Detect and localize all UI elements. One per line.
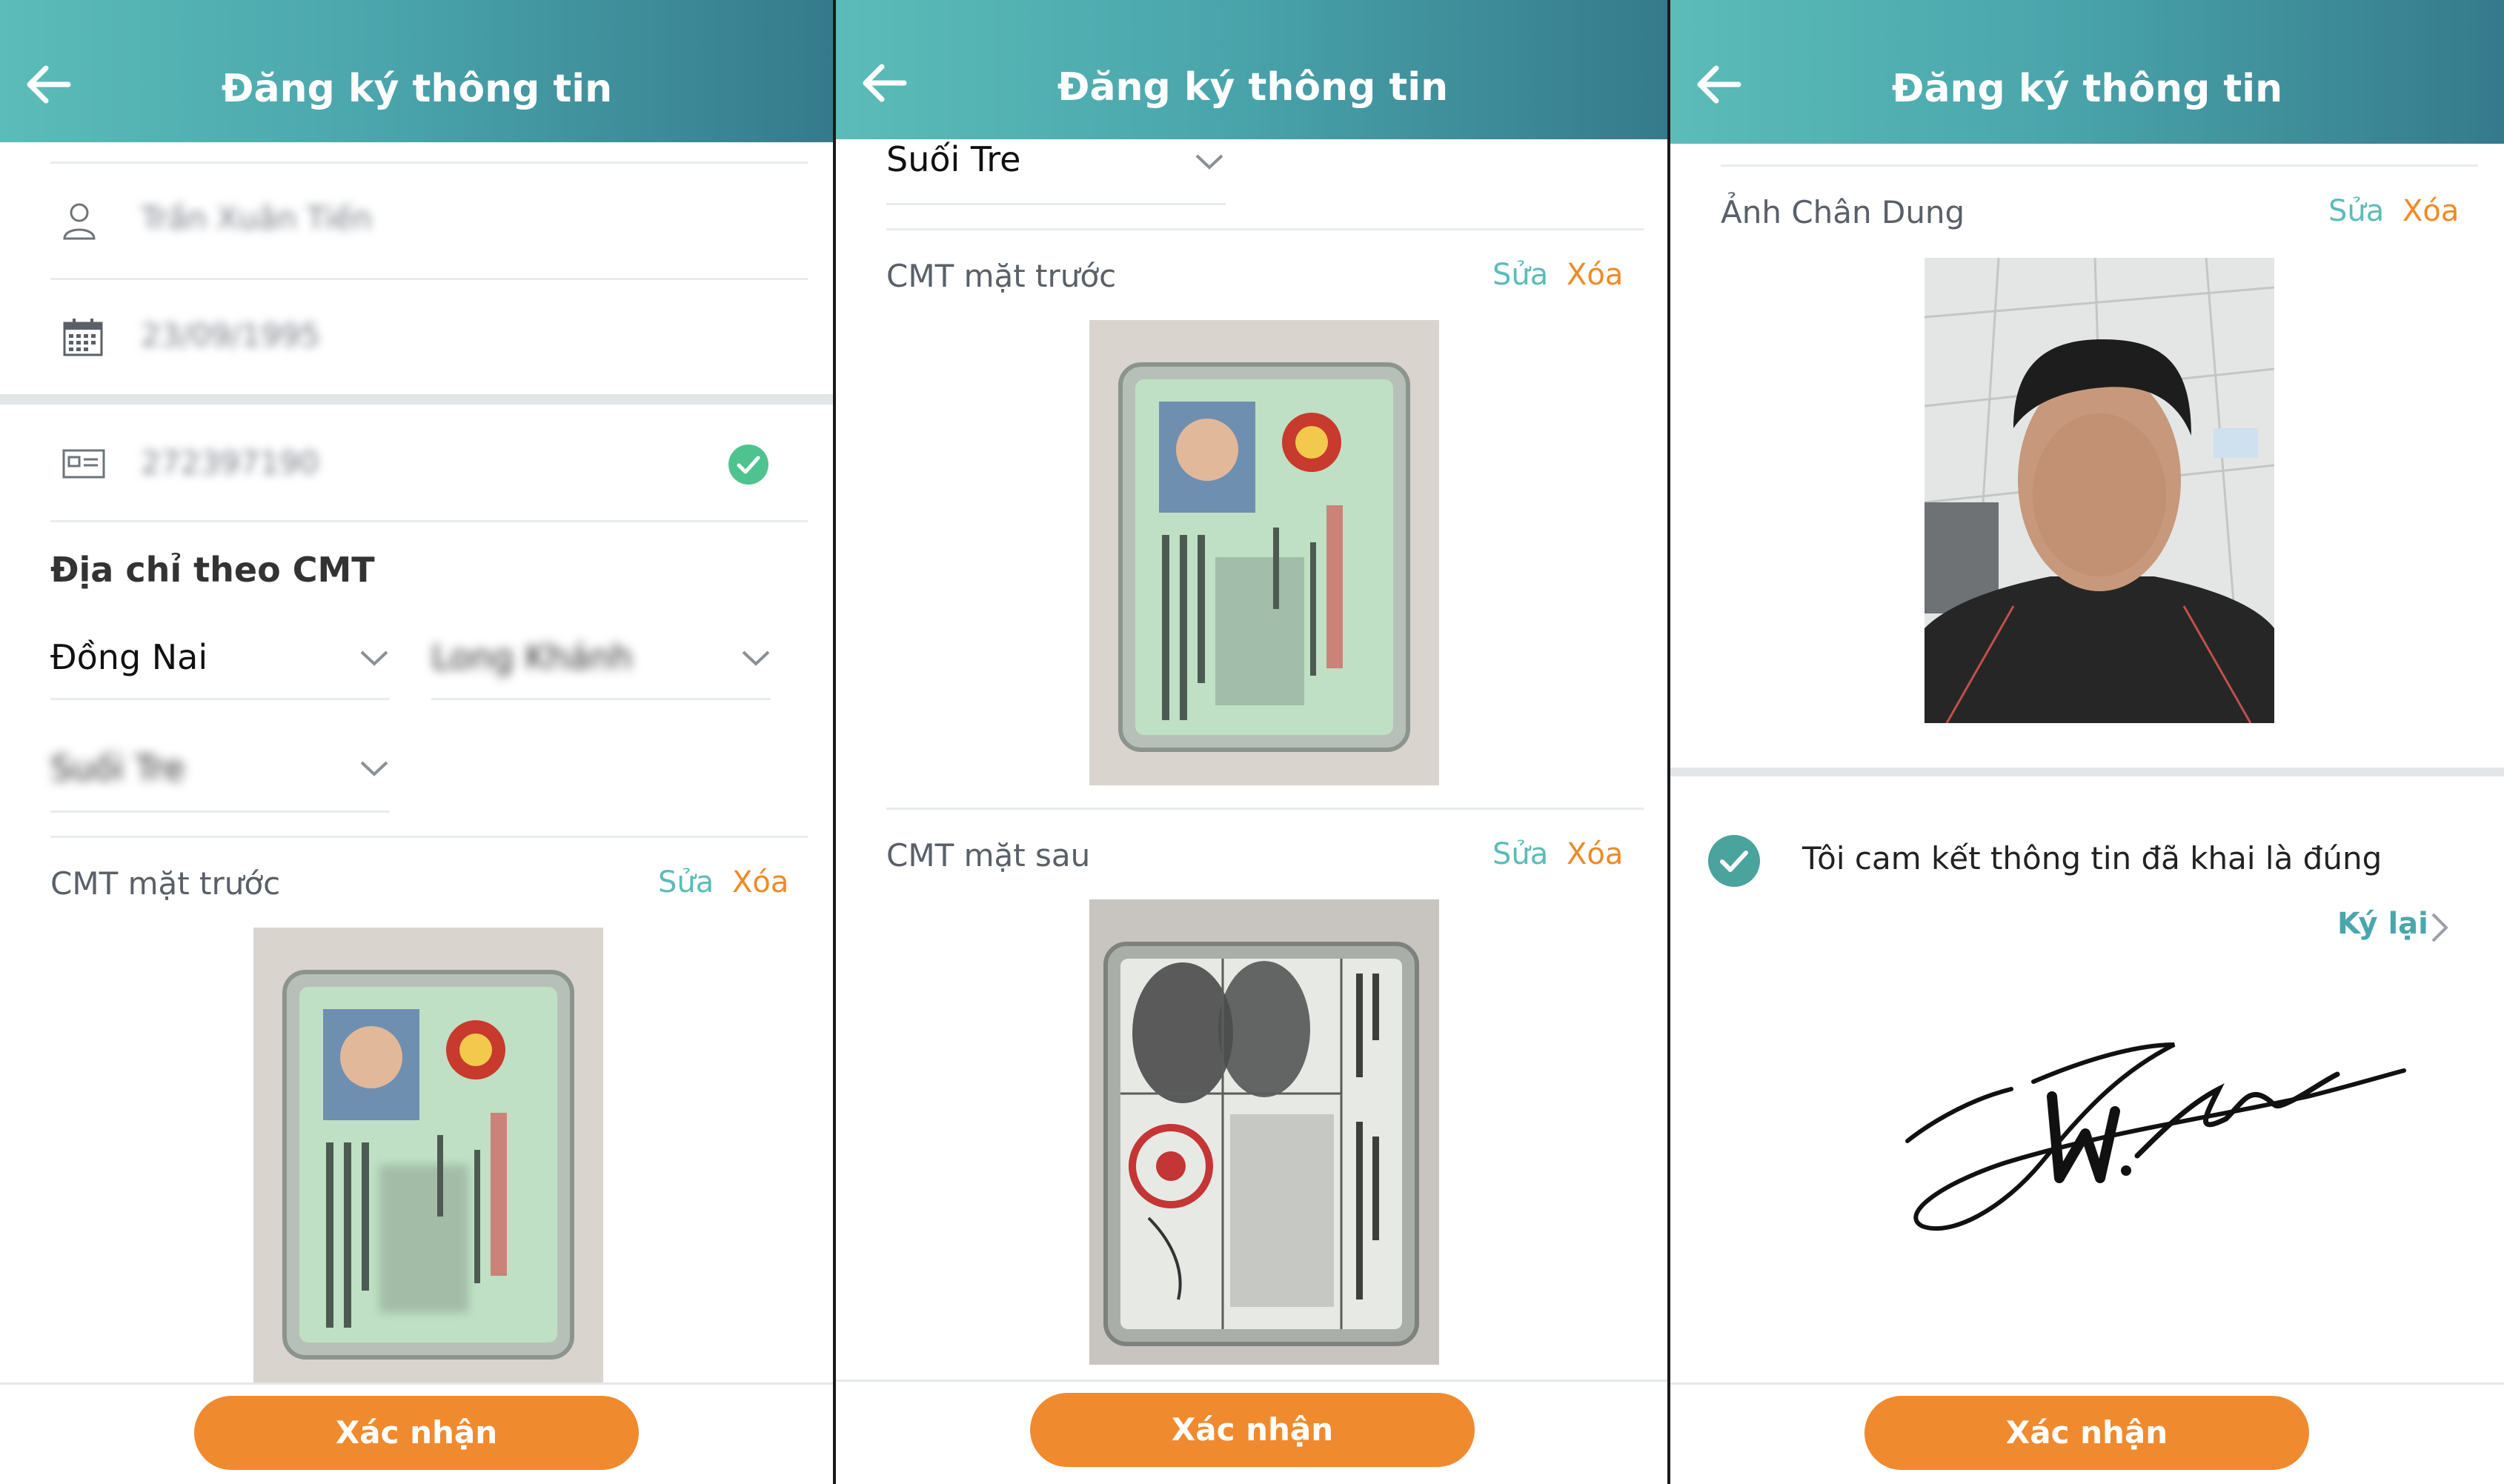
- confirm-button[interactable]: Xác nhận: [1030, 1393, 1475, 1467]
- dob-field[interactable]: 23/09/1995: [141, 317, 320, 353]
- id-number-field[interactable]: 272397190: [141, 445, 319, 481]
- chevron-down-icon[interactable]: [359, 759, 389, 777]
- id-card-icon: [62, 449, 105, 479]
- check-circle-icon[interactable]: [1707, 834, 1761, 888]
- delete-button[interactable]: Xóa: [1567, 837, 1623, 871]
- page-title: Đăng ký thông tin: [221, 67, 613, 111]
- edit-button[interactable]: Sửa: [1492, 258, 1548, 292]
- calendar-icon: [63, 319, 103, 356]
- delete-button[interactable]: Xóa: [1567, 258, 1623, 292]
- id-front-photo: [1089, 320, 1439, 785]
- user-icon: [63, 203, 96, 240]
- portrait-label: Ảnh Chân Dung: [1721, 194, 1965, 230]
- page-title: Đăng ký thông tin: [1057, 65, 1449, 110]
- district-select[interactable]: Long Khánh: [431, 637, 633, 677]
- edit-button[interactable]: Sửa: [2328, 194, 2384, 228]
- address-heading: Địa chỉ theo CMT: [50, 550, 375, 590]
- id-front-label: CMT mặt trước: [50, 865, 281, 902]
- delete-button[interactable]: Xóa: [2402, 194, 2459, 228]
- ward-select[interactable]: Suối Tre: [50, 748, 185, 788]
- chevron-down-icon[interactable]: [741, 649, 771, 667]
- signature-pad[interactable]: [1893, 1030, 2411, 1245]
- page-title: Đăng ký thông tin: [1891, 67, 2283, 111]
- chevron-right-icon[interactable]: [2429, 911, 2450, 944]
- ward-select[interactable]: Suối Tre: [886, 139, 1020, 179]
- id-back-label: CMT mặt sau: [886, 837, 1091, 874]
- check-circle-icon: [728, 445, 768, 485]
- chevron-down-icon[interactable]: [359, 649, 389, 667]
- app-header: Đăng ký thông tin: [1670, 0, 2504, 144]
- delete-button[interactable]: Xóa: [732, 865, 788, 899]
- panel-step-3: Đăng ký thông tin Ảnh Chân Dung Sửa Xóa …: [1670, 0, 2504, 1484]
- full-name-field[interactable]: Trần Xuân Tiến: [141, 200, 372, 236]
- confirm-button[interactable]: Xác nhận: [194, 1396, 639, 1470]
- confirm-button[interactable]: Xác nhận: [1864, 1396, 2309, 1470]
- edit-button[interactable]: Sửa: [1492, 837, 1548, 871]
- app-header: Đăng ký thông tin: [836, 0, 1670, 139]
- edit-button[interactable]: Sửa: [658, 865, 714, 899]
- commitment-text: Tôi cam kết thông tin đã khai là đúng: [1802, 840, 2382, 876]
- id-back-photo: [1089, 899, 1439, 1365]
- id-front-photo: [253, 928, 603, 1382]
- portrait-photo: [1925, 258, 2274, 723]
- panel-step-2: Đăng ký thông tin Suối Tre CMT mặt trước…: [836, 0, 1670, 1484]
- resign-button[interactable]: Ký lại: [2337, 907, 2428, 941]
- id-front-label: CMT mặt trước: [886, 258, 1117, 294]
- chevron-down-icon[interactable]: [1195, 153, 1224, 170]
- panel-step-1: Đăng ký thông tin Trần Xuân Tiến 23/09/1…: [0, 0, 834, 1484]
- app-header: Đăng ký thông tin: [0, 0, 834, 142]
- province-select[interactable]: Đồng Nai: [50, 637, 207, 677]
